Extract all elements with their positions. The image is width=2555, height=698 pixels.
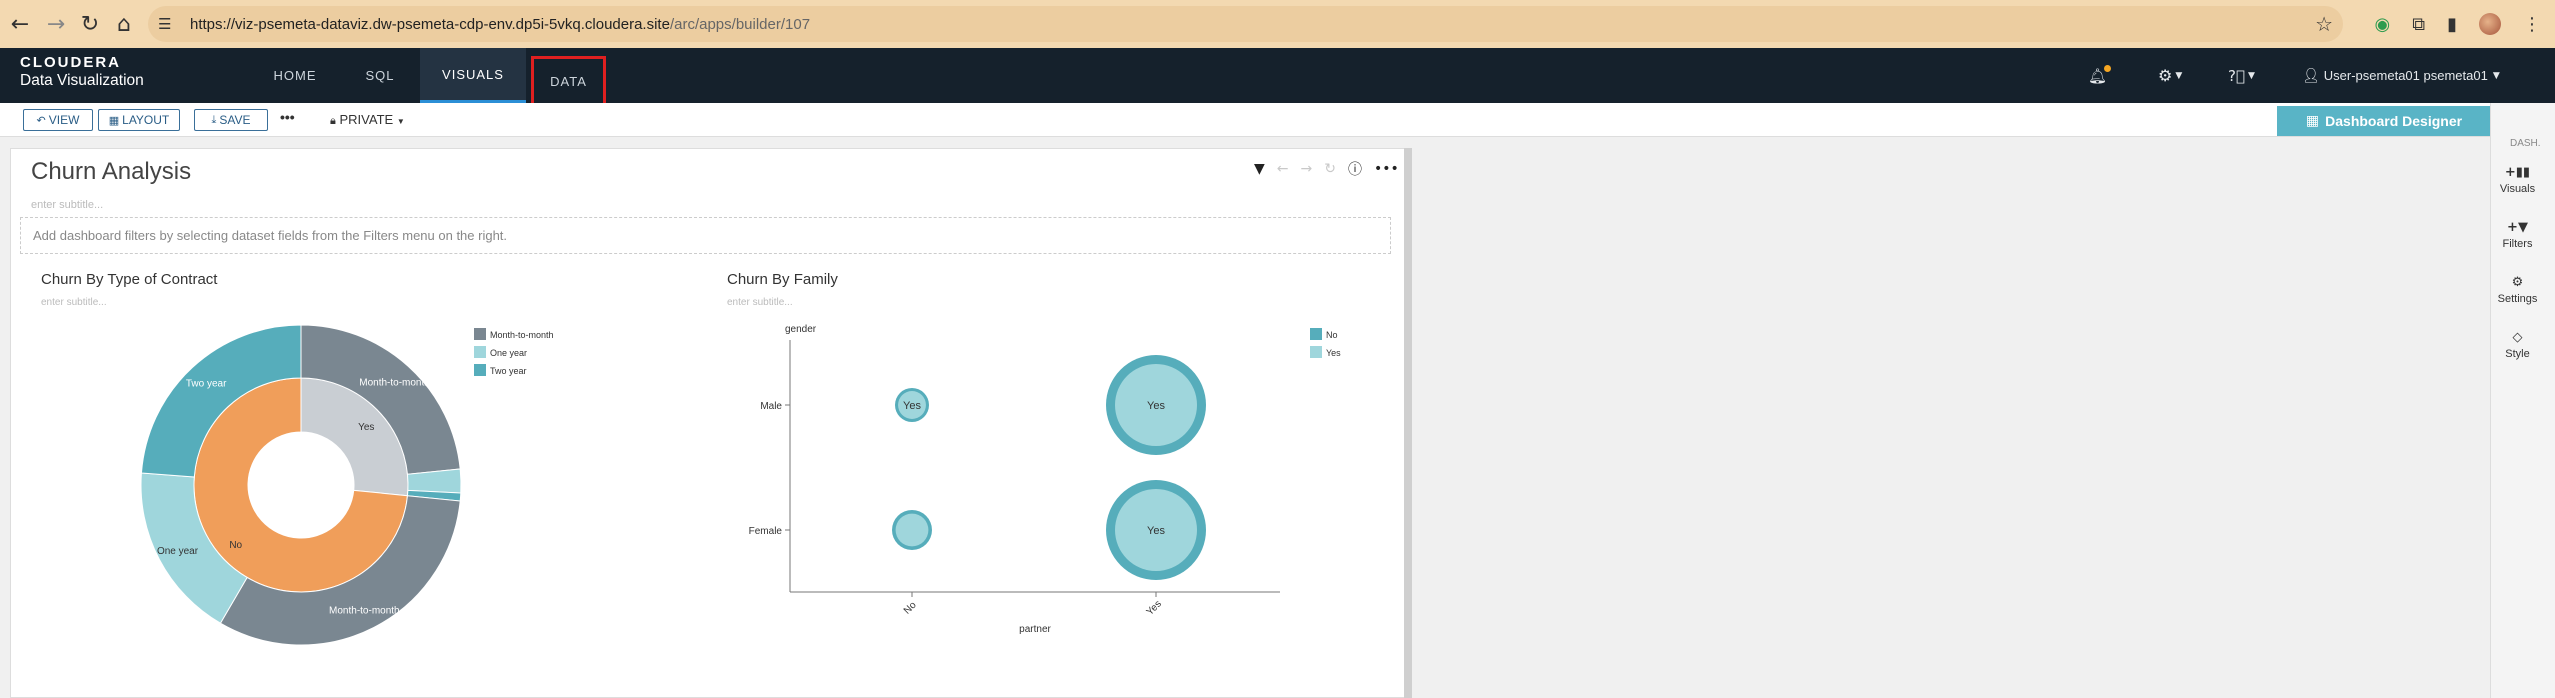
x-tick-label-yes: Yes	[1145, 599, 1164, 618]
view-button[interactable]: ↶ VIEW	[23, 109, 93, 131]
page-title[interactable]: Churn Analysis	[31, 158, 191, 186]
more-icon[interactable]: •••	[1374, 161, 1399, 177]
puzzle-icon[interactable]: ⧉	[2412, 14, 2425, 35]
user-menu[interactable]: 👤︎ User-psemeta01 psemeta01 ▼	[2302, 48, 2500, 103]
info-icon[interactable]: ⓘ	[1348, 159, 1362, 179]
app-navbar: CLOUDERA Data Visualization HOME SQL VIS…	[0, 48, 2555, 106]
address-bar[interactable]: ☰ https://viz-psemeta-dataviz.dw-psemeta…	[148, 6, 2343, 42]
save-button[interactable]: ⤓ SAVE	[194, 109, 268, 131]
grid-icon: ▦	[2305, 113, 2320, 129]
profile-avatar[interactable]	[2479, 13, 2501, 35]
back-icon[interactable]: ←	[0, 4, 40, 44]
legend-swatch-one-year	[474, 346, 486, 358]
dashboard-tools: ▼ ← → ↻ ⓘ •••	[1254, 160, 1399, 178]
page-subtitle[interactable]: enter subtitle...	[31, 199, 103, 211]
filter-icon: +▼	[2507, 220, 2528, 235]
donut-chart: Yes No Month-to-month Month-to-month One yea…	[140, 324, 554, 646]
extensions-area: ◉ ⧉ ▮ ⋮	[2375, 0, 2555, 48]
outer-label-one-year: One year	[157, 546, 199, 557]
legend-label-two-year: Two year	[490, 366, 527, 376]
viz-subtitle-family[interactable]: enter subtitle...	[727, 297, 793, 308]
brand-text: CLOUDERA	[20, 54, 121, 71]
privacy-dropdown[interactable]: 🔒︎ PRIVATE ▼	[330, 112, 405, 128]
viz-title-family[interactable]: Churn By Family	[727, 271, 838, 288]
legend-label-month-to-month: Month-to-month	[490, 330, 554, 340]
bubble-label-3: Yes	[1147, 525, 1165, 537]
product-text: Data Visualization	[20, 72, 144, 89]
bubble-label-0: Yes	[903, 400, 921, 412]
app-logo[interactable]: CLOUDERA Data Visualization	[20, 54, 144, 90]
viz-title-contract[interactable]: Churn By Type of Contract	[41, 271, 217, 288]
dashboard-designer-button[interactable]: ▦ Dashboard Designer	[2277, 106, 2491, 136]
sidebar-heading: DASH.	[2510, 138, 2541, 149]
user-name: User-psemeta01 psemeta01	[2323, 68, 2488, 83]
outer-label-month-to-month: Month-to-month	[359, 378, 430, 389]
y-axis-title: gender	[785, 324, 817, 335]
inner-label-no: No	[229, 540, 242, 551]
inner-label-yes: Yes	[358, 422, 374, 433]
url-text: https://viz-psemeta-dataviz.dw-psemeta-c…	[190, 15, 811, 33]
x-tick-label-no: No	[902, 600, 919, 617]
y-tick-label-female: Female	[749, 526, 783, 537]
settings-menu[interactable]: ⚙ ▼	[2158, 48, 2182, 103]
bubble-inner-2	[895, 513, 929, 547]
dashboard-toolbar: ↶ VIEW ▦ LAYOUT ⤓ SAVE ••• 🔒︎ PRIVATE ▼ ▦ Da…	[0, 103, 2540, 137]
gear-icon: ⚙	[2158, 66, 2173, 85]
filter-icon[interactable]: ▼	[1254, 161, 1265, 177]
user-icon: 👤︎	[2302, 67, 2320, 84]
legend-swatch-no	[1310, 328, 1322, 340]
refresh-icon[interactable]: ↻	[1324, 161, 1336, 177]
nav-right: 🔔︎	[2088, 48, 2112, 103]
site-info-icon[interactable]: ☰	[158, 15, 178, 33]
viz-subtitle-contract[interactable]: enter subtitle...	[41, 297, 107, 308]
more-options-icon[interactable]: •••	[280, 109, 295, 125]
help-icon: ?⃝	[2228, 66, 2245, 85]
legend-swatch-two-year	[474, 364, 486, 376]
undo-icon[interactable]: ←	[1277, 161, 1289, 177]
dashboard-filters-area[interactable]: Add dashboard filters by selecting datas…	[20, 217, 1391, 254]
help-menu[interactable]: ?⃝ ▼	[2228, 48, 2255, 103]
home-icon[interactable]: ⌂	[104, 4, 144, 44]
y-tick-label-male: Male	[760, 401, 782, 412]
cogs-icon: ⚙	[2511, 275, 2524, 290]
nav-data[interactable]: DATA	[531, 56, 606, 106]
sidebar-item-style[interactable]: ◇ Style	[2490, 330, 2545, 360]
diamond-icon: ◇	[2512, 330, 2523, 345]
outer-label-month-to-month: Month-to-month	[329, 605, 400, 616]
redo-icon[interactable]: →	[1301, 161, 1313, 177]
bookmark-star-icon[interactable]: ☆	[2315, 12, 2333, 36]
bubble-chart: gender partner Male Female No Yes Yes Yes Yes No Y…	[749, 324, 1342, 635]
browser-toolbar: ← → ↻ ⌂ ☰ https://viz-psemeta-dataviz.dw…	[0, 0, 2555, 48]
legend-swatch-yes	[1310, 346, 1322, 358]
outer-label-two-year: Two year	[186, 379, 227, 390]
legend-label-one-year: One year	[490, 348, 527, 358]
sidebar-item-filters[interactable]: +▼ Filters	[2490, 220, 2545, 250]
sidebar-item-settings[interactable]: ⚙ Settings	[2490, 275, 2545, 305]
sidebar-item-visuals[interactable]: +▮▮ Visuals	[2490, 165, 2545, 195]
extension-icon[interactable]: ◉	[2375, 14, 2391, 35]
sidepanel-icon[interactable]: ▮	[2447, 14, 2457, 35]
notifications-icon[interactable]: 🔔︎	[2088, 64, 2112, 85]
x-axis-title: partner	[1019, 624, 1051, 635]
nav-home[interactable]: HOME	[260, 48, 330, 103]
legend-label-yes: Yes	[1326, 348, 1341, 358]
nav-sql[interactable]: SQL	[350, 48, 410, 103]
legend-label-no: No	[1326, 330, 1338, 340]
menu-icon[interactable]: ⋮	[2523, 14, 2541, 35]
bubble-label-1: Yes	[1147, 400, 1165, 412]
add-visual-icon: +▮▮	[2504, 165, 2531, 180]
layout-button[interactable]: ▦ LAYOUT	[98, 109, 180, 131]
canvas-resize-handle[interactable]	[1404, 148, 1412, 698]
lock-icon: 🔒︎	[330, 114, 336, 127]
nav-visuals[interactable]: VISUALS	[420, 48, 526, 103]
legend-swatch-month-to-month	[474, 328, 486, 340]
